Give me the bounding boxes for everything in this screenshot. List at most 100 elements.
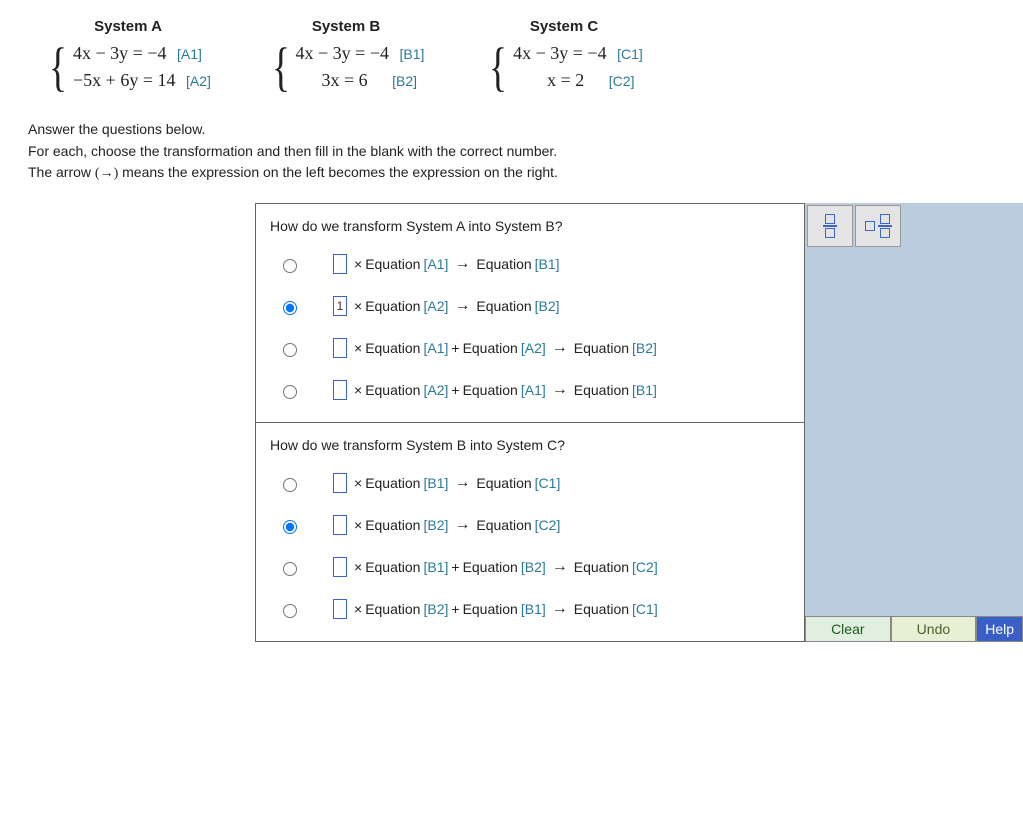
arrow-icon: → <box>552 558 568 576</box>
equation-ref: [A2] <box>423 298 448 314</box>
tag-b1: [B1] <box>399 46 424 62</box>
equation-ref: [B1] <box>423 475 448 491</box>
question-section: How do we transform System B into System… <box>256 422 804 641</box>
option-radio[interactable] <box>283 604 297 618</box>
option-text: × Equation [B1] + Equation [B2] → Equati… <box>333 557 658 577</box>
mixed-number-icon <box>865 214 892 238</box>
equation-ref: [B2] <box>535 298 560 314</box>
option-radio[interactable] <box>283 259 297 273</box>
option-row: × Equation [A2] + Equation [A1] → Equati… <box>270 380 790 400</box>
option-radio[interactable] <box>283 385 297 399</box>
equation-ref: [B2] <box>521 559 546 575</box>
coefficient-input[interactable] <box>333 338 347 358</box>
option-text: × Equation [B1] → Equation [C1] <box>333 473 560 493</box>
systems-row: System A { 4x − 3y = −4 [A1] −5x + 6y = … <box>28 18 1011 91</box>
option-radio[interactable] <box>283 562 297 576</box>
option-row: × Equation [B1] + Equation [B2] → Equati… <box>270 557 790 577</box>
arrow-icon: → <box>552 381 568 399</box>
option-text: × Equation [A1] + Equation [A2] → Equati… <box>333 338 657 358</box>
coefficient-input[interactable] <box>333 473 347 493</box>
equation-ref: [B2] <box>423 517 448 533</box>
equation-ref: [A1] <box>521 382 546 398</box>
option-text: × Equation [A2] + Equation [A1] → Equati… <box>333 380 657 400</box>
arrow-icon: → <box>454 516 470 534</box>
system-b: System B { 4x − 3y = −4 [B1] 3x = 6 [B2] <box>246 18 446 91</box>
undo-button[interactable]: Undo <box>891 616 977 642</box>
instruction-line-3: The arrow (→) means the expression on th… <box>28 162 1011 185</box>
mixed-number-tool-button[interactable] <box>855 205 901 247</box>
option-radio[interactable] <box>283 520 297 534</box>
eq-a2: −5x + 6y = 14 <box>73 70 175 90</box>
equation-ref: [A1] <box>423 340 448 356</box>
option-radio[interactable] <box>283 343 297 357</box>
option-text: × Equation [B2] → Equation [C2] <box>333 515 560 535</box>
coefficient-input[interactable] <box>333 515 347 535</box>
option-row: × Equation [A1] + Equation [A2] → Equati… <box>270 338 790 358</box>
option-text: × Equation [A1] → Equation [B1] <box>333 254 560 274</box>
coefficient-input[interactable] <box>333 557 347 577</box>
option-row: × Equation [B2] + Equation [B1] → Equati… <box>270 599 790 619</box>
question-title: How do we transform System A into System… <box>270 218 790 234</box>
tag-a2: [A2] <box>186 73 211 89</box>
tag-b2: [B2] <box>392 73 417 89</box>
coefficient-input[interactable]: 1 <box>333 296 347 316</box>
arrow-icon: → <box>454 255 470 273</box>
equation-ref: [A1] <box>423 256 448 272</box>
eq-a1: 4x − 3y = −4 <box>73 43 166 63</box>
brace-icon: { <box>489 43 507 91</box>
instruction-line-2: For each, choose the transformation and … <box>28 141 1011 163</box>
system-a-title: System A <box>28 18 228 35</box>
system-c-title: System C <box>464 18 664 35</box>
coefficient-input[interactable] <box>333 254 347 274</box>
equation-ref: [B2] <box>423 601 448 617</box>
arrow-icon: → <box>454 474 470 492</box>
question-title: How do we transform System B into System… <box>270 437 790 453</box>
system-b-title: System B <box>246 18 446 35</box>
question-box: How do we transform System A into System… <box>255 203 805 642</box>
option-row: 1 × Equation [A2] → Equation [B2] <box>270 296 790 316</box>
system-a: System A { 4x − 3y = −4 [A1] −5x + 6y = … <box>28 18 228 91</box>
option-radio[interactable] <box>283 301 297 315</box>
coefficient-input[interactable] <box>333 599 347 619</box>
equation-ref: [C2] <box>535 517 561 533</box>
arrow-icon: → <box>552 339 568 357</box>
fraction-tool-button[interactable] <box>807 205 853 247</box>
equation-ref: [A2] <box>521 340 546 356</box>
instructions: Answer the questions below. For each, ch… <box>28 119 1011 185</box>
equation-ref: [A2] <box>423 382 448 398</box>
eq-c1: 4x − 3y = −4 <box>513 43 606 63</box>
help-button[interactable]: Help <box>976 616 1023 642</box>
tag-a1: [A1] <box>177 46 202 62</box>
option-text: 1 × Equation [A2] → Equation [B2] <box>333 296 560 316</box>
brace-icon: { <box>49 43 67 91</box>
arrow-icon: → <box>454 297 470 315</box>
equation-ref: [B1] <box>632 382 657 398</box>
equation-ref: [B2] <box>632 340 657 356</box>
eq-b2: 3x = 6 <box>322 70 368 90</box>
option-row: × Equation [A1] → Equation [B1] <box>270 254 790 274</box>
equation-ref: [C1] <box>632 601 658 617</box>
option-row: × Equation [B1] → Equation [C1] <box>270 473 790 493</box>
arrow-icon: → <box>552 600 568 618</box>
coefficient-input[interactable] <box>333 380 347 400</box>
option-row: × Equation [B2] → Equation [C2] <box>270 515 790 535</box>
brace-icon: { <box>271 43 289 91</box>
eq-c2: x = 2 <box>547 70 584 90</box>
question-section: How do we transform System A into System… <box>256 204 804 422</box>
clear-button[interactable]: Clear <box>805 616 891 642</box>
option-radio[interactable] <box>283 478 297 492</box>
equation-ref: [B1] <box>535 256 560 272</box>
equation-ref: [C1] <box>535 475 561 491</box>
equation-ref: [B1] <box>423 559 448 575</box>
equation-ref: [C2] <box>632 559 658 575</box>
option-text: × Equation [B2] + Equation [B1] → Equati… <box>333 599 658 619</box>
instruction-line-1: Answer the questions below. <box>28 119 1011 141</box>
fraction-icon <box>823 214 837 238</box>
equation-ref: [B1] <box>521 601 546 617</box>
palette <box>805 203 1023 249</box>
eq-b1: 4x − 3y = −4 <box>296 43 389 63</box>
side-panel: Clear Undo Help <box>805 203 1023 642</box>
tag-c2: [C2] <box>609 73 635 89</box>
tag-c1: [C1] <box>617 46 643 62</box>
system-c: System C { 4x − 3y = −4 [C1] x = 2 [C2] <box>464 18 664 91</box>
